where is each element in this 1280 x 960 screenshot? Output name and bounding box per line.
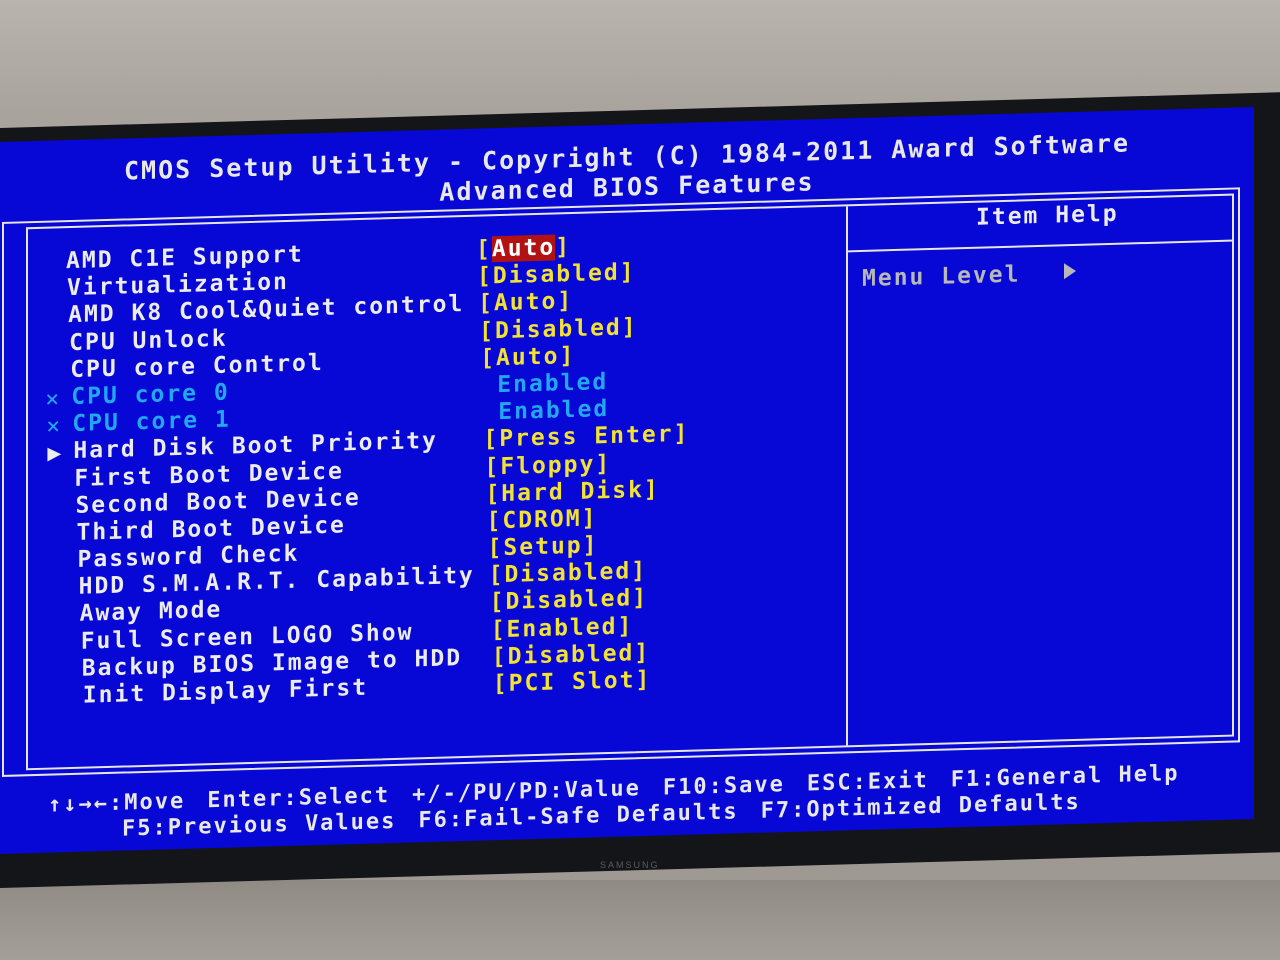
value-text: Enabled: [506, 613, 618, 643]
setting-row[interactable]: Away Mode [Disabled]: [54, 585, 649, 629]
value-text: Disabled: [507, 640, 635, 670]
value-bracket-right: ]: [557, 288, 574, 315]
setting-value[interactable]: [Floppy]: [484, 450, 611, 480]
setting-label: CPU core 0: [71, 379, 230, 410]
value-bracket-right: ]: [555, 234, 572, 261]
bios-screen: CMOS Setup Utility - Copyright (C) 1984-…: [0, 106, 1254, 855]
setting-value[interactable]: [CDROM]: [487, 505, 598, 534]
setting-value[interactable]: [Disabled]: [479, 314, 638, 344]
submenu-arrow-icon: ▶: [47, 440, 64, 467]
value-bracket-left: [: [486, 507, 503, 535]
value-text: PCI Slot: [508, 667, 636, 697]
value-bracket-right: ]: [619, 259, 636, 286]
value-text: Disabled: [495, 314, 622, 344]
menu-level-label: Menu Level: [862, 261, 1021, 292]
key-hint: Enter:Select: [207, 783, 391, 814]
value-bracket-right: ]: [559, 342, 576, 370]
value-bracket-left: [: [480, 344, 497, 372]
value-text: Disabled: [504, 558, 632, 589]
setting-row[interactable]: Virtualization [Disabled]: [41, 259, 636, 304]
value-text: Auto: [493, 288, 558, 317]
setting-value[interactable]: [PCI Slot]: [493, 667, 652, 697]
value-bracket-right: ]: [595, 450, 612, 477]
setting-value[interactable]: [Auto]: [478, 288, 573, 317]
value-bracket-right: ]: [634, 639, 651, 667]
key-hint: F1:General Help: [950, 761, 1180, 793]
setting-row[interactable]: AMD C1E Support [Auto]: [40, 234, 571, 276]
value-text: Auto: [496, 343, 560, 371]
monitor-brand-logo: SAMSUNG: [600, 860, 660, 870]
value-bracket-right: ]: [673, 421, 690, 448]
setting-row[interactable]: AMD K8 Cool&Quiet control [Auto]: [42, 288, 573, 331]
setting-value[interactable]: [Enabled]: [491, 613, 634, 643]
value-text: Hard Disk: [501, 476, 644, 507]
setting-value: Enabled: [498, 396, 610, 426]
value-bracket-left: [: [484, 453, 501, 480]
setting-value[interactable]: [Disabled]: [489, 558, 648, 588]
setting-label: Away Mode: [79, 597, 223, 628]
setting-value[interactable]: [Auto]: [476, 234, 571, 263]
unavailable-x-icon: ×: [45, 386, 62, 413]
value-bracket-right: ]: [621, 313, 638, 341]
help-panel-divider: [846, 206, 848, 746]
value-bracket-right: ]: [643, 476, 660, 503]
value-bracket-right: ]: [635, 666, 652, 694]
setting-value[interactable]: [Setup]: [488, 532, 599, 561]
value-bracket-left: [: [476, 236, 492, 263]
selected-value: Auto: [491, 234, 556, 263]
key-hint: ↑↓→←:Move: [48, 788, 186, 818]
setting-value[interactable]: [Hard Disk]: [485, 476, 659, 507]
setting-row[interactable]: Second Boot Device [Hard Disk]: [49, 476, 659, 520]
value-bracket-left: [: [490, 616, 507, 643]
setting-row[interactable]: First Boot Device [Floppy]: [48, 450, 611, 493]
value-text: Press Enter: [499, 421, 674, 453]
value-text: Disabled: [492, 259, 620, 290]
setting-value[interactable]: [Disabled]: [477, 259, 636, 289]
setting-row: × CPU core 0 Enabled: [45, 369, 608, 413]
value-bracket-right: ]: [631, 558, 648, 585]
wall-background: [0, 880, 1280, 960]
value-bracket-right: ]: [582, 532, 599, 559]
value-text: Setup: [503, 532, 583, 562]
setting-row[interactable]: Full Screen LOGO Show [Enabled]: [55, 613, 634, 656]
setting-value[interactable]: [Auto]: [480, 343, 575, 372]
value-bracket-left: [: [478, 290, 494, 318]
value-bracket-left: [: [487, 535, 504, 562]
settings-list: AMD C1E Support [Auto] Virtualization [Disa…: [40, 234, 689, 711]
setting-value[interactable]: [Disabled]: [492, 640, 651, 670]
right-triangle-icon: [1064, 262, 1077, 280]
value-bracket-left: [: [491, 643, 508, 671]
help-title-divider: [848, 239, 1234, 253]
setting-row[interactable]: HDD S.M.A.R.T. Capability [Disabled]: [53, 558, 648, 602]
value-bracket-right: ]: [581, 505, 598, 532]
setting-value: Enabled: [497, 368, 609, 399]
setting-row[interactable]: CPU Unlock [Disabled]: [43, 314, 638, 358]
value-bracket-right: ]: [632, 585, 649, 612]
value-bracket-left: [: [477, 263, 493, 290]
value-bracket-right: ]: [617, 612, 634, 640]
setting-row[interactable]: Password Check [Setup]: [52, 532, 599, 574]
setting-row[interactable]: ▶ Hard Disk Boot Priority [Press Enter]: [47, 421, 689, 467]
value-bracket-left: [: [483, 426, 500, 453]
value-text: Disabled: [505, 585, 633, 616]
item-help-title: Item Help: [976, 200, 1119, 231]
setting-row: × CPU core 1 Enabled: [46, 396, 609, 440]
value-bracket-left: [: [485, 480, 502, 508]
setting-row[interactable]: Backup BIOS Image to HDD [Disabled]: [56, 640, 651, 683]
value-text: Floppy: [500, 450, 596, 480]
setting-label: CPU core 1: [72, 406, 231, 438]
setting-value[interactable]: [Disabled]: [490, 585, 649, 615]
key-hint: F10:Save: [662, 772, 785, 801]
key-hint: ESC:Exit: [806, 768, 929, 797]
value-bracket-left: [: [492, 670, 509, 698]
value-bracket-left: [: [488, 562, 505, 589]
setting-row[interactable]: CPU core Control [Auto]: [44, 343, 575, 385]
setting-label: CPU Unlock: [69, 325, 228, 356]
value-bracket-left: [: [479, 317, 495, 345]
setting-row[interactable]: Third Boot Device [CDROM]: [51, 505, 598, 547]
value-bracket-left: [: [489, 589, 506, 616]
unavailable-x-icon: ×: [46, 413, 63, 440]
value-text: CDROM: [502, 505, 582, 534]
